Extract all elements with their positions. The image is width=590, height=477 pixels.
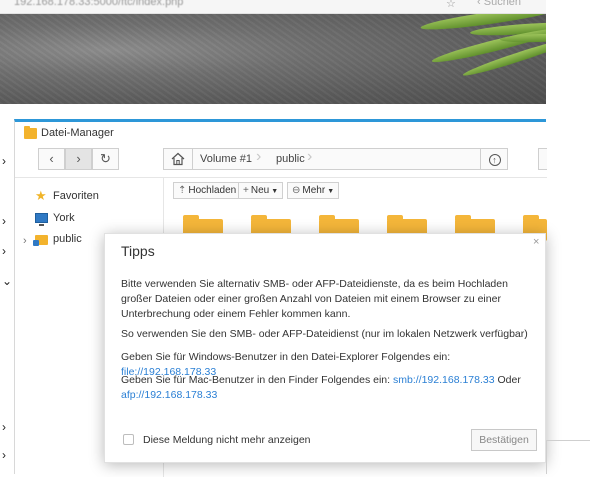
afp-link[interactable]: afp://192.168.178.33 xyxy=(121,389,217,401)
new-button[interactable]: + Neu ▼ xyxy=(238,182,284,199)
mac-instruction-text: Geben Sie für Mac-Benutzer in den Finder… xyxy=(121,374,393,386)
browser-url-strip: 192.168.178.33:5000/ftc/index.php ☆ ‹ Su… xyxy=(0,0,546,14)
dialog-paragraph-mac: Geben Sie für Mac-Benutzer in den Finder… xyxy=(121,373,541,403)
chevron-down-icon[interactable]: ⌄ xyxy=(2,274,12,288)
right-margin xyxy=(546,0,590,474)
caret-down-icon: ▼ xyxy=(271,188,279,195)
windows-instruction-text: Geben Sie für Windows-Benutzer in den Da… xyxy=(121,351,451,363)
breadcrumb-public[interactable]: public xyxy=(276,153,305,165)
browser-search-label: Suchen xyxy=(483,0,522,8)
more-button[interactable]: ⊖ Mehr ▼ xyxy=(287,182,340,199)
background-window-edge xyxy=(546,440,590,441)
more-icon: ⊖ xyxy=(292,185,301,196)
computer-icon xyxy=(35,213,48,226)
search-field[interactable] xyxy=(538,148,547,170)
breadcrumb-volume[interactable]: Volume #1 xyxy=(200,153,252,165)
desktop-wallpaper xyxy=(0,14,546,104)
url-text[interactable]: 192.168.178.33:5000/ftc/index.php xyxy=(14,0,183,8)
upload-button[interactable]: ⇡ Hochladen xyxy=(173,182,242,199)
forward-button[interactable]: › xyxy=(65,148,92,170)
chevron-right-icon[interactable]: › xyxy=(2,420,6,434)
sidebar-item-label: York xyxy=(53,212,75,224)
background-window-edge xyxy=(546,440,547,474)
chevron-left-icon: ‹ xyxy=(49,151,54,166)
window-titlebar[interactable]: Datei-Manager xyxy=(15,122,546,146)
refresh-button[interactable]: ↻ xyxy=(92,148,119,170)
dialog-paragraph-howto: So verwenden Sie den SMB- oder AFP-Datei… xyxy=(121,328,528,340)
bookmark-star-icon[interactable]: ☆ xyxy=(446,0,456,10)
sidebar-item-label: Favoriten xyxy=(53,190,99,202)
dont-show-again-label[interactable]: Diese Meldung nicht mehr anzeigen xyxy=(143,434,311,446)
folder-icon xyxy=(24,126,37,139)
toolbar-divider xyxy=(15,177,547,178)
sidebar-item-label: public xyxy=(53,233,82,245)
tips-dialog: × Tipps Bitte verwenden Sie alternativ S… xyxy=(104,233,546,463)
back-button[interactable]: ‹ xyxy=(38,148,65,170)
shared-folder-icon xyxy=(33,235,48,246)
parent-folder-button[interactable]: ↑ xyxy=(480,149,508,169)
upload-icon: ⇡ xyxy=(178,185,187,196)
window-title: Datei-Manager xyxy=(41,127,114,139)
more-label: Mehr xyxy=(302,185,326,196)
new-label: Neu xyxy=(250,185,270,196)
home-button[interactable] xyxy=(164,149,193,169)
chevron-right-icon[interactable]: › xyxy=(2,448,6,462)
plus-icon: + xyxy=(243,185,249,196)
arrow-up-icon: ↑ xyxy=(488,154,501,166)
chevron-right-icon[interactable]: › xyxy=(2,154,6,168)
slate-texture xyxy=(0,14,546,104)
chevron-right-icon[interactable]: › xyxy=(2,214,6,228)
or-text: Oder xyxy=(494,374,521,386)
browser-search-field[interactable]: ‹ Suchen xyxy=(477,0,521,8)
path-bar[interactable]: Volume #1 › public › ↑ xyxy=(163,148,508,170)
smb-link[interactable]: smb://192.168.178.33 xyxy=(393,374,495,386)
chevron-right-icon: › xyxy=(76,151,81,166)
upload-label: Hochladen xyxy=(188,185,237,196)
chevron-right-icon[interactable]: › xyxy=(2,244,6,258)
dialog-paragraph-warning: Bitte verwenden Sie alternativ SMB- oder… xyxy=(121,278,508,320)
caret-down-icon: ▼ xyxy=(327,188,335,195)
breadcrumb-separator-icon: › xyxy=(307,148,313,165)
confirm-button[interactable]: Bestätigen xyxy=(471,429,537,451)
close-icon[interactable]: × xyxy=(533,236,539,248)
star-icon: ★ xyxy=(35,188,47,203)
dialog-title: Tipps xyxy=(121,243,155,259)
home-icon xyxy=(171,152,185,166)
refresh-icon: ↻ xyxy=(100,151,111,166)
expand-arrow-icon[interactable]: › xyxy=(23,235,27,247)
breadcrumb-separator-icon: › xyxy=(256,148,262,165)
dont-show-again-checkbox[interactable] xyxy=(123,434,134,445)
